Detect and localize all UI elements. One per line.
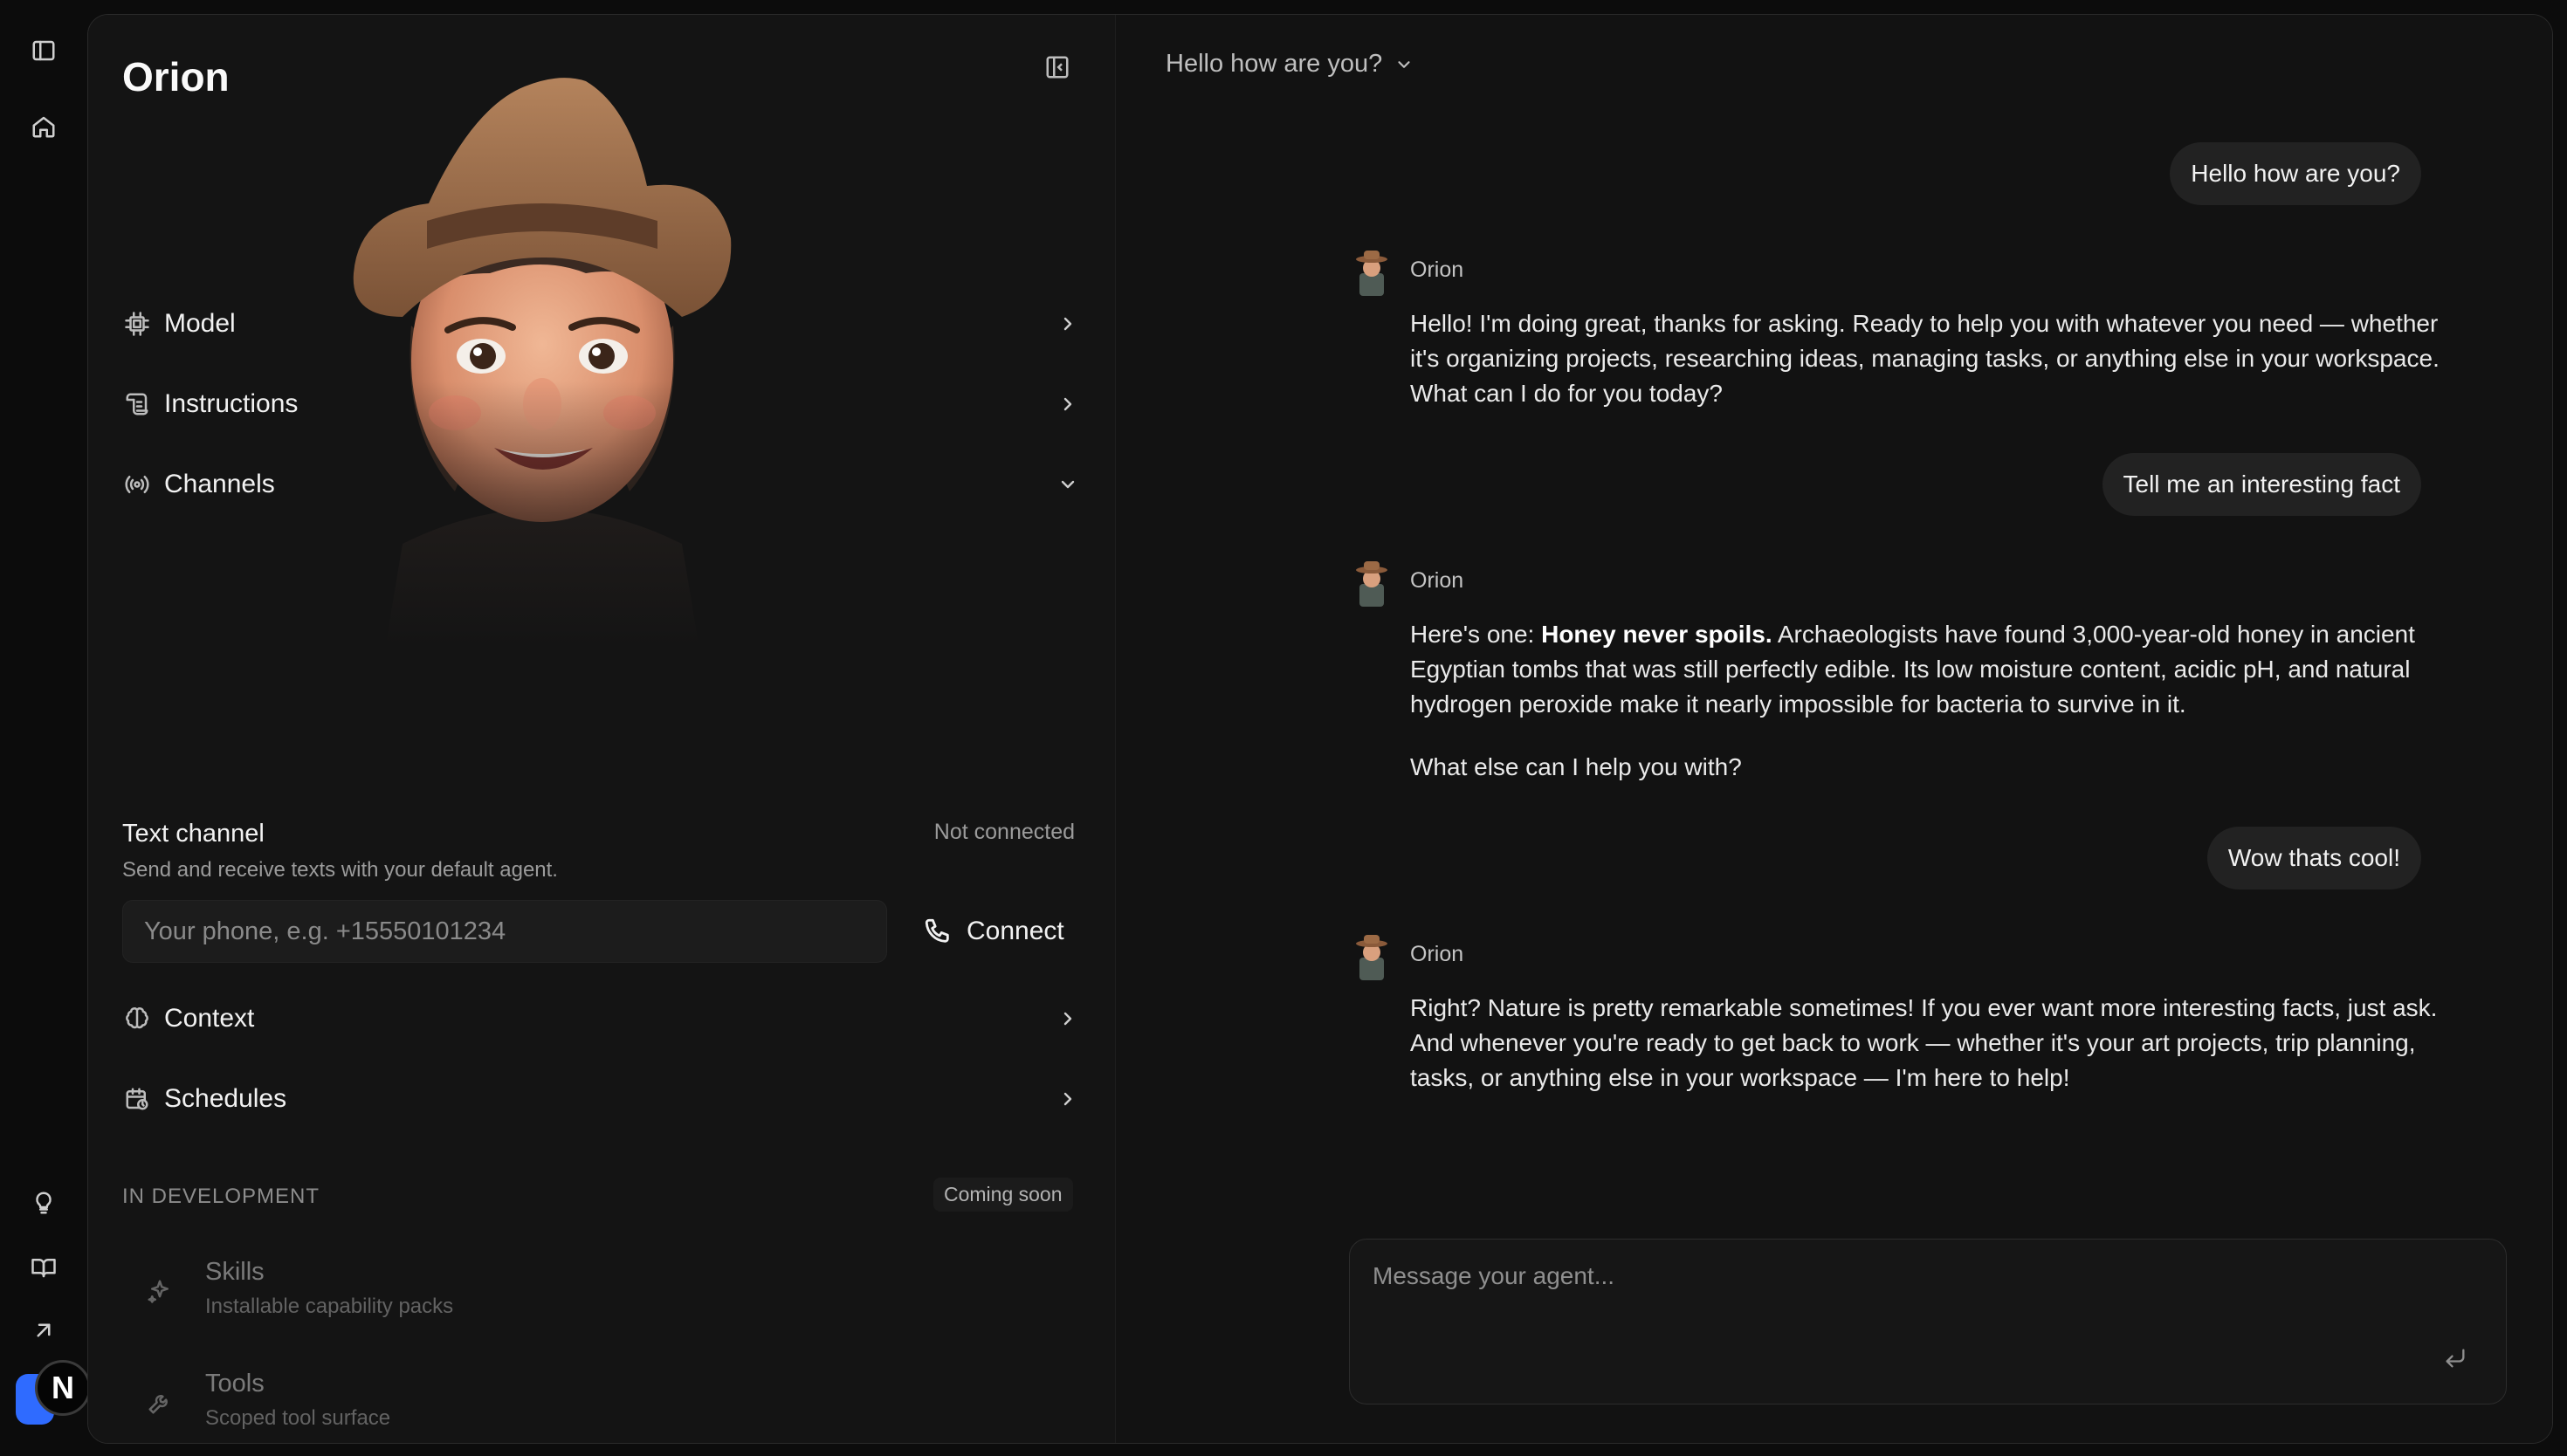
user-message: Tell me an interesting fact: [2102, 453, 2421, 516]
skills-subtitle: Installable capability packs: [205, 1295, 454, 1318]
context-label: Context: [164, 1004, 255, 1033]
text-channel-description: Send and receive texts with your default…: [122, 858, 558, 882]
agent-settings-panel: Orion Model Instructions Channels Text c…: [88, 15, 1116, 1443]
agent-message-intro: Here's one:: [1410, 621, 1542, 648]
message-composer: [1349, 1239, 2507, 1404]
chevron-right-icon: [1053, 1004, 1083, 1034]
agent-message-name: Orion: [1410, 258, 1464, 282]
instructions-label: Instructions: [164, 389, 299, 418]
text-channel-title: Text channel: [122, 820, 265, 848]
skills-title: Skills: [205, 1258, 265, 1286]
broadcast-icon: [122, 470, 152, 499]
chevron-right-icon: [1053, 309, 1083, 339]
in-development-heading: IN DEVELOPMENT: [122, 1185, 320, 1208]
home-icon[interactable]: [26, 109, 61, 144]
chevron-right-icon: [1053, 389, 1083, 419]
app-frame: Orion Model Instructions Channels Text c…: [87, 14, 2553, 1444]
sparkles-icon: [141, 1272, 179, 1310]
agent-avatar: [1356, 935, 1387, 980]
channels-row[interactable]: Channels: [122, 460, 1083, 509]
agent-avatar: [1356, 561, 1387, 607]
connect-button[interactable]: Connect: [909, 903, 1078, 959]
sidebar-toggle-icon[interactable]: [26, 33, 61, 68]
agent-message-name: Orion: [1410, 568, 1464, 593]
schedules-row[interactable]: Schedules: [122, 1075, 1083, 1123]
user-avatar[interactable]: N: [35, 1360, 91, 1416]
chevron-down-icon: [1053, 470, 1083, 499]
arrow-up-right-icon[interactable]: [26, 1313, 61, 1348]
agent-portrait-image: [350, 55, 734, 649]
user-message: Hello how are you?: [2170, 142, 2421, 205]
model-label: Model: [164, 309, 236, 338]
collapse-panel-icon[interactable]: [1040, 50, 1075, 85]
app-rail: N: [0, 0, 91, 1456]
instructions-row[interactable]: Instructions: [122, 380, 1083, 429]
send-icon[interactable]: [2440, 1343, 2471, 1374]
context-row[interactable]: Context: [122, 994, 1083, 1043]
schedules-label: Schedules: [164, 1084, 287, 1113]
message-input[interactable]: [1371, 1260, 2422, 1351]
agent-name: Orion: [122, 54, 230, 100]
tools-title: Tools: [205, 1370, 265, 1398]
agent-message-name: Orion: [1410, 942, 1464, 966]
chat-panel: Hello how are you? Hello how are you? Or…: [1117, 15, 2552, 1443]
skills-item: Skills Installable capability packs: [141, 1258, 664, 1328]
chevron-down-icon: [1398, 60, 1410, 68]
agent-avatar: [1356, 251, 1387, 296]
agent-message-bold: Honey never spoils.: [1541, 621, 1772, 648]
phone-input[interactable]: [122, 900, 887, 963]
brain-icon: [122, 1004, 152, 1034]
wrench-icon: [141, 1384, 179, 1422]
calendar-clock-icon: [122, 1084, 152, 1114]
coming-soon-badge: Coming soon: [933, 1178, 1073, 1212]
book-icon[interactable]: [26, 1250, 61, 1285]
conversation-title: Hello how are you?: [1166, 50, 1383, 78]
model-row[interactable]: Model: [122, 299, 1083, 348]
chevron-right-icon: [1053, 1084, 1083, 1114]
chip-icon: [122, 309, 152, 339]
agent-message-followup: What else can I help you with?: [1410, 753, 1742, 780]
channel-status: Not connected: [933, 820, 1075, 844]
phone-icon: [925, 918, 949, 943]
agent-message: Hello! I'm doing great, thanks for askin…: [1410, 310, 2440, 407]
lightbulb-icon[interactable]: [26, 1185, 61, 1220]
connect-label: Connect: [967, 917, 1064, 945]
channels-label: Channels: [164, 470, 275, 498]
tools-item: Tools Scoped tool surface: [141, 1370, 664, 1439]
user-message: Wow thats cool!: [2206, 827, 2421, 889]
scroll-icon: [122, 389, 152, 419]
tools-subtitle: Scoped tool surface: [205, 1406, 391, 1430]
agent-message: Here's one: Honey never spoils. Archaeol…: [1410, 617, 2440, 722]
conversation-title-dropdown[interactable]: Hello how are you?: [1166, 50, 1414, 79]
agent-message: Right? Nature is pretty remarkable somet…: [1410, 994, 2438, 1091]
